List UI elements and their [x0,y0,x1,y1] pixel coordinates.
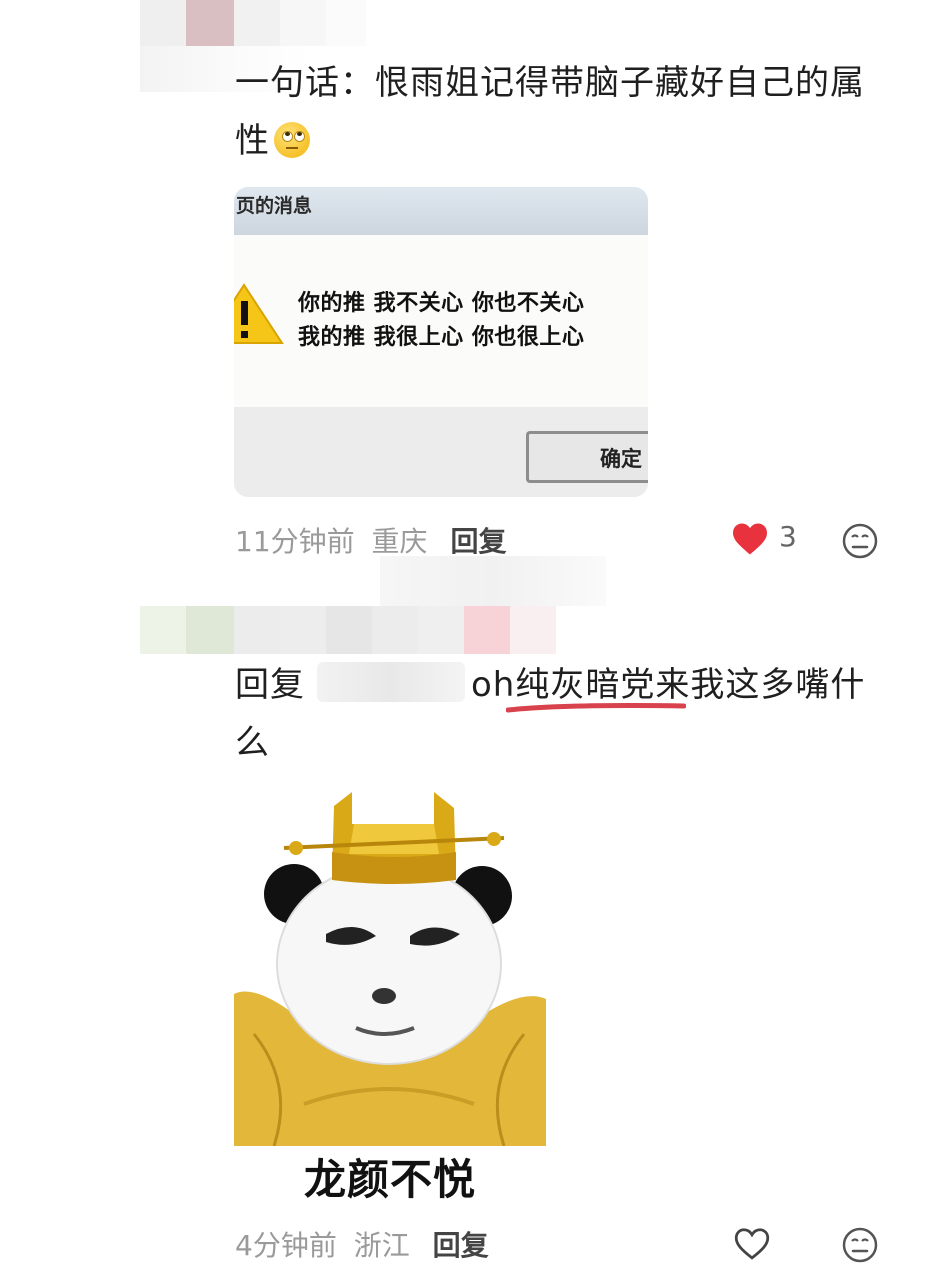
comment-body: 一句话：恨雨姐记得带脑子藏好自己的属性 [235,63,865,161]
emoji-reaction-icon[interactable] [841,522,879,560]
comment-meta-2: 4分钟前 浙江 回复 [235,1224,489,1264]
emoji-reaction-icon[interactable] [841,1226,879,1264]
comment-text-1: 一句话：恨雨姐记得带脑子藏好自己的属性 [235,54,895,170]
comment-time: 4分钟前 [235,1229,337,1262]
confirm-button: 确定 [526,431,648,483]
reply-button[interactable]: 回复 [433,1229,489,1262]
dialog-line-1: 你的推 我不关心 你也不关心 [298,291,585,316]
red-underline-annotation [506,703,686,713]
comment-meta-1: 11分钟前 重庆 回复 [235,520,506,560]
meme-caption: 龙颜不悦 [303,1155,476,1202]
comment-location: 浙江 [353,1229,410,1262]
dialog-title: 页的消息 [236,195,313,217]
reply-button[interactable]: 回复 [450,525,506,558]
heart-outline-icon[interactable] [733,1227,771,1261]
dialog-titlebar: 页的消息 [234,187,648,235]
blurred-user-header-2 [140,606,556,654]
warning-icon [234,283,284,344]
blurred-user-header [140,0,366,46]
panda-emperor-meme[interactable]: 龙颜不悦 [234,784,546,1202]
heart-filled-icon[interactable] [731,522,769,556]
dialog-meme-image[interactable]: 页的消息 你的推 我不关心 你也不关心 我的推 我很上心 你也很上心 确定 [234,187,648,497]
comment-text-2: 回复 oh纯灰暗党来我这多嘴什么 [235,656,895,772]
blurred-username[interactable] [317,662,465,702]
blurred-user-header-top [380,556,606,606]
reply-prefix: 回复 [235,665,305,705]
panda-emperor-illustration [234,792,546,1146]
comment-location: 重庆 [371,525,428,558]
comment-time: 11分钟前 [235,525,355,558]
dialog-line-2: 我的推 我很上心 你也很上心 [298,325,585,350]
rolling-eyes-emoji-icon [274,122,310,158]
like-count: 3 [779,520,797,553]
